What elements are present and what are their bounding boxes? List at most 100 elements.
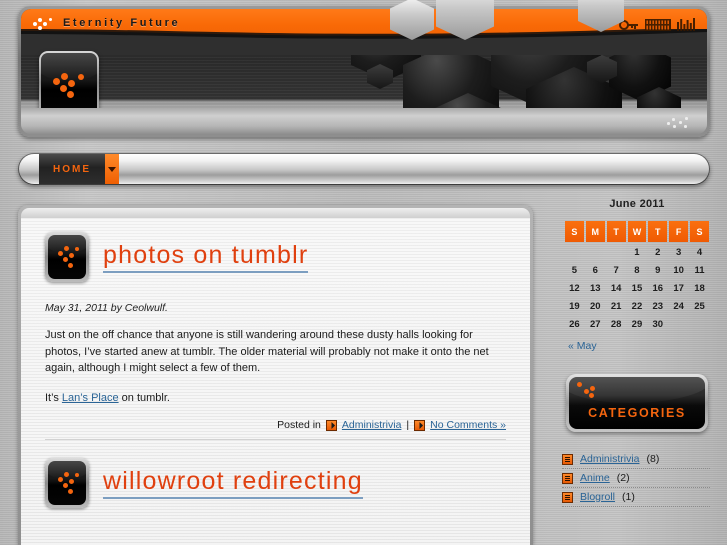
equalizer-bars-icon[interactable] xyxy=(677,18,695,32)
category-count: (8) xyxy=(646,453,660,465)
calendar-day: 20 xyxy=(589,301,601,312)
site-logo-icon xyxy=(33,17,55,33)
categories-header-panel: CATEGORIES xyxy=(566,374,708,432)
calendar-week-row: 12 13 14 15 16 17 18 xyxy=(565,281,709,296)
orange-list-icon xyxy=(562,472,573,484)
nav-home-dropdown-toggle[interactable] xyxy=(105,154,119,184)
list-item[interactable]: Blogroll (1) xyxy=(562,488,710,507)
list-item[interactable]: Anime (2) xyxy=(562,469,710,488)
post-body: Just on the off chance that anyone is st… xyxy=(45,327,506,406)
calendar-day xyxy=(586,245,605,260)
calendar-weekday: S xyxy=(690,221,709,242)
calendar-day: 15 xyxy=(631,283,643,294)
calendar-day: 23 xyxy=(652,301,664,312)
header-corner-dots-icon xyxy=(667,116,691,130)
post-meta: Posted in Administrivia | No Comments » xyxy=(45,419,506,431)
calendar-day: 7 xyxy=(613,265,619,276)
category-count: (2) xyxy=(616,472,630,484)
calendar-weekday: W xyxy=(627,221,647,242)
post-header: willowroot redirecting xyxy=(45,458,506,508)
post-badge-icon xyxy=(45,232,89,282)
calendar-week-row: 5 6 7 8 9 10 11 xyxy=(565,263,709,278)
calendar-widget: June 2011 S M T W T F S 1 2 3 4 5 6 7 8 … xyxy=(552,198,722,352)
site-title: Eternity Future xyxy=(63,17,181,29)
post-category-link[interactable]: Administrivia xyxy=(342,419,402,431)
post-header: photos on tumblr xyxy=(45,232,506,282)
categories-list: Administrivia (8) Anime (2) Blogroll (1) xyxy=(552,450,722,507)
post-paragraph: It’s Lan’s Place on tumblr. xyxy=(45,390,506,407)
calendar-day xyxy=(607,245,626,260)
site-header: Eternity Future xyxy=(18,0,710,137)
post-paragraph-text-after: on tumblr. xyxy=(118,391,170,404)
post-comments-link[interactable]: No Comments » xyxy=(430,419,506,431)
category-link[interactable]: Anime xyxy=(580,472,610,484)
calendar-day: 8 xyxy=(634,265,640,276)
calendar-day: 5 xyxy=(571,265,578,276)
calendar-week-row: 1 2 3 4 xyxy=(565,245,709,260)
grid-barcode-icon[interactable] xyxy=(645,18,671,32)
orange-arrow-icon xyxy=(414,419,426,431)
calendar-weekday: T xyxy=(648,221,668,242)
calendar-day: 17 xyxy=(673,283,684,294)
posted-in-label: Posted in xyxy=(277,419,321,431)
header-bottom-strip xyxy=(21,108,707,134)
sidebar: June 2011 S M T W T F S 1 2 3 4 5 6 7 8 … xyxy=(552,198,722,521)
category-count: (1) xyxy=(622,491,635,503)
post-byline: May 31, 2011 by Ceolwulf. xyxy=(45,302,168,314)
categories-header-label: CATEGORIES xyxy=(588,406,686,420)
calendar-day: 6 xyxy=(592,265,598,276)
orange-list-icon xyxy=(562,453,573,465)
calendar-day: 28 xyxy=(610,319,622,330)
calendar-weekday: M xyxy=(585,221,605,242)
calendar-day: 18 xyxy=(694,283,705,294)
calendar-day: 14 xyxy=(610,283,622,294)
calendar-nav: « May xyxy=(552,340,722,352)
calendar-table: S M T W T F S 1 2 3 4 5 6 7 8 9 10 11 12… xyxy=(563,218,711,335)
meta-separator: | xyxy=(406,419,410,431)
calendar-day: 1 xyxy=(634,247,640,258)
calendar-day: 25 xyxy=(694,301,705,312)
post-article: photos on tumblr May 31, 2011 by Ceolwul… xyxy=(45,232,506,440)
calendar-day: 10 xyxy=(673,265,684,276)
chevron-down-icon xyxy=(108,166,116,172)
calendar-prev-month-link[interactable]: « May xyxy=(568,340,597,352)
content-panel: photos on tumblr May 31, 2011 by Ceolwul… xyxy=(18,205,533,545)
lans-place-link[interactable]: Lan’s Place xyxy=(62,392,119,404)
page-root: Eternity Future HOME photos on tumblr Ma… xyxy=(0,0,727,545)
post-article: willowroot redirecting xyxy=(45,458,506,508)
calendar-day xyxy=(565,245,584,260)
post-paragraph: Just on the off chance that anyone is st… xyxy=(45,329,489,374)
nav-item-home-label: HOME xyxy=(53,163,91,175)
list-item[interactable]: Administrivia (8) xyxy=(562,450,710,469)
calendar-day: 24 xyxy=(673,301,684,312)
categories-widget: CATEGORIES Administrivia (8) Anime (2) B… xyxy=(552,374,722,507)
calendar-day: 2 xyxy=(655,247,661,258)
orange-arrow-icon xyxy=(325,419,337,431)
orange-dots-logo-icon xyxy=(577,382,603,402)
calendar-day: 26 xyxy=(569,319,580,330)
category-link[interactable]: Administrivia xyxy=(580,453,640,465)
calendar-day: 27 xyxy=(589,319,601,330)
calendar-day: 22 xyxy=(631,301,643,312)
orange-list-icon xyxy=(562,491,573,503)
category-link[interactable]: Blogroll xyxy=(580,491,615,503)
calendar-day: 4 xyxy=(696,247,703,258)
content-panel-top-bevel xyxy=(21,208,530,218)
header-icon-group xyxy=(619,14,695,36)
post-paragraph-text-before: It’s xyxy=(45,391,62,404)
calendar-day: 29 xyxy=(631,319,643,330)
post-title-link[interactable]: willowroot redirecting xyxy=(103,467,363,499)
calendar-day xyxy=(690,317,709,332)
primary-navigation: HOME xyxy=(18,153,710,185)
calendar-weekday: F xyxy=(669,221,689,242)
calendar-day: 3 xyxy=(675,247,682,258)
post-title-link[interactable]: photos on tumblr xyxy=(103,241,309,273)
calendar-week-row: 26 27 28 29 30 xyxy=(565,317,709,332)
post-divider xyxy=(45,439,506,440)
calendar-weekday-row: S M T W T F S xyxy=(565,221,709,242)
content-body: photos on tumblr May 31, 2011 by Ceolwul… xyxy=(21,218,530,545)
calendar-weekday: S xyxy=(565,221,584,242)
nav-item-home[interactable]: HOME xyxy=(39,154,105,184)
calendar-day: 9 xyxy=(655,265,661,276)
calendar-weekday: T xyxy=(606,221,626,242)
